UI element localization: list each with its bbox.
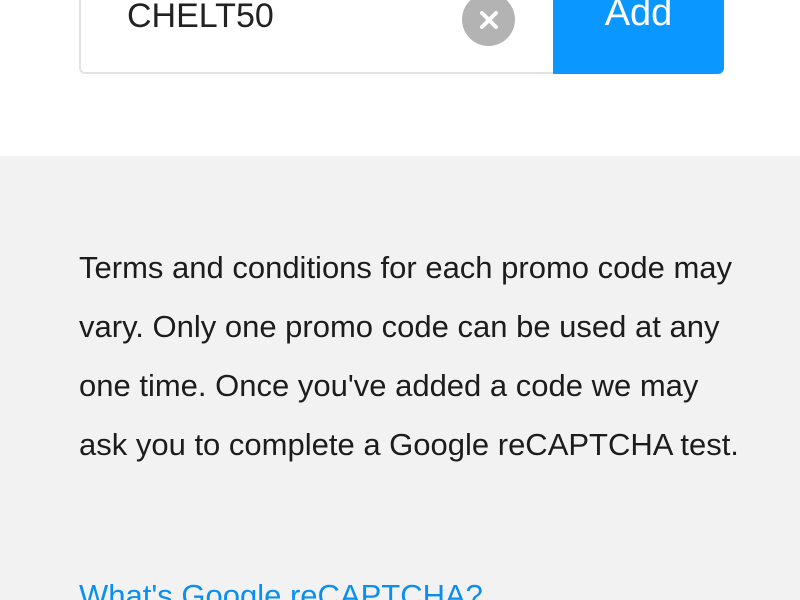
promo-code-input[interactable] [127,0,487,66]
promo-code-row: Add [79,0,724,74]
promo-code-panel: Add Terms and conditions for each promo … [0,0,800,600]
add-promo-button[interactable]: Add [553,0,724,74]
promo-code-field [79,0,553,74]
close-icon [479,10,498,29]
promo-code-section: Add [0,0,800,156]
clear-input-button[interactable] [462,0,515,46]
recaptcha-info-link[interactable]: What's Google reCAPTCHA? [79,576,483,600]
promo-info-section: Terms and conditions for each promo code… [0,156,800,600]
terms-text: Terms and conditions for each promo code… [79,250,739,462]
